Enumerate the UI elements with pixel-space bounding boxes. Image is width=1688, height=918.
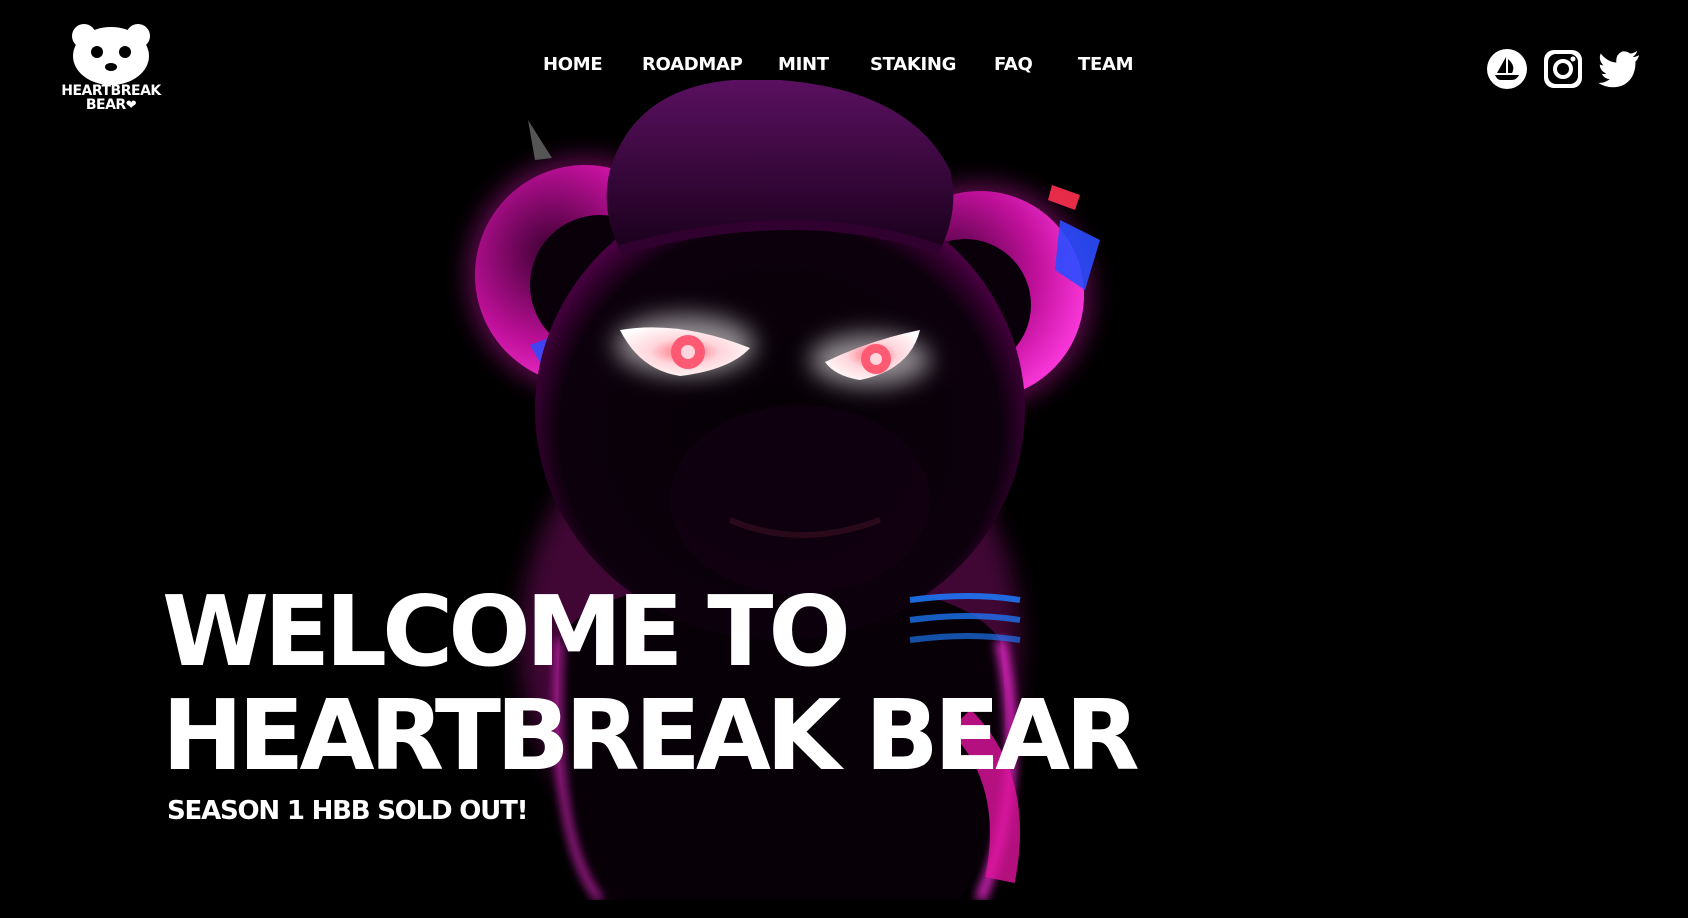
- hero-title-line1: WELCOME TO: [162, 575, 851, 688]
- opensea-icon: [1487, 49, 1527, 89]
- nav-item-roadmap[interactable]: ROADMAP: [642, 54, 743, 75]
- hero-title: WELCOME TO HEARTBREAK BEAR: [162, 575, 1140, 792]
- nav-item-faq[interactable]: FAQ: [994, 54, 1033, 75]
- instagram-icon: [1544, 50, 1582, 88]
- nav-item-staking[interactable]: STAKING: [870, 54, 956, 75]
- nav-item-mint[interactable]: MINT: [778, 54, 829, 75]
- broken-heart-icon: ❤: [125, 98, 137, 113]
- opensea-link[interactable]: [1486, 48, 1528, 90]
- nav-item-team[interactable]: TEAM: [1078, 54, 1134, 75]
- brand-name-line2: BEAR: [85, 97, 126, 113]
- hero-title-line2: HEARTBREAK BEAR: [162, 679, 1140, 792]
- twitter-icon: [1598, 50, 1640, 88]
- brand-wordmark: HEARTBREAK BEAR❤: [56, 84, 166, 113]
- hero-subtitle: SEASON 1 HBB SOLD OUT!: [167, 796, 528, 826]
- landing-page: HEARTBREAK BEAR❤ HOME ROADMAP MINT STAKI…: [0, 0, 1688, 918]
- twitter-link[interactable]: [1598, 48, 1640, 90]
- social-links: [1486, 48, 1640, 90]
- instagram-link[interactable]: [1542, 48, 1584, 90]
- nav-item-home[interactable]: HOME: [543, 54, 603, 75]
- main-navigation: HOME ROADMAP MINT STAKING FAQ TEAM: [0, 54, 1688, 82]
